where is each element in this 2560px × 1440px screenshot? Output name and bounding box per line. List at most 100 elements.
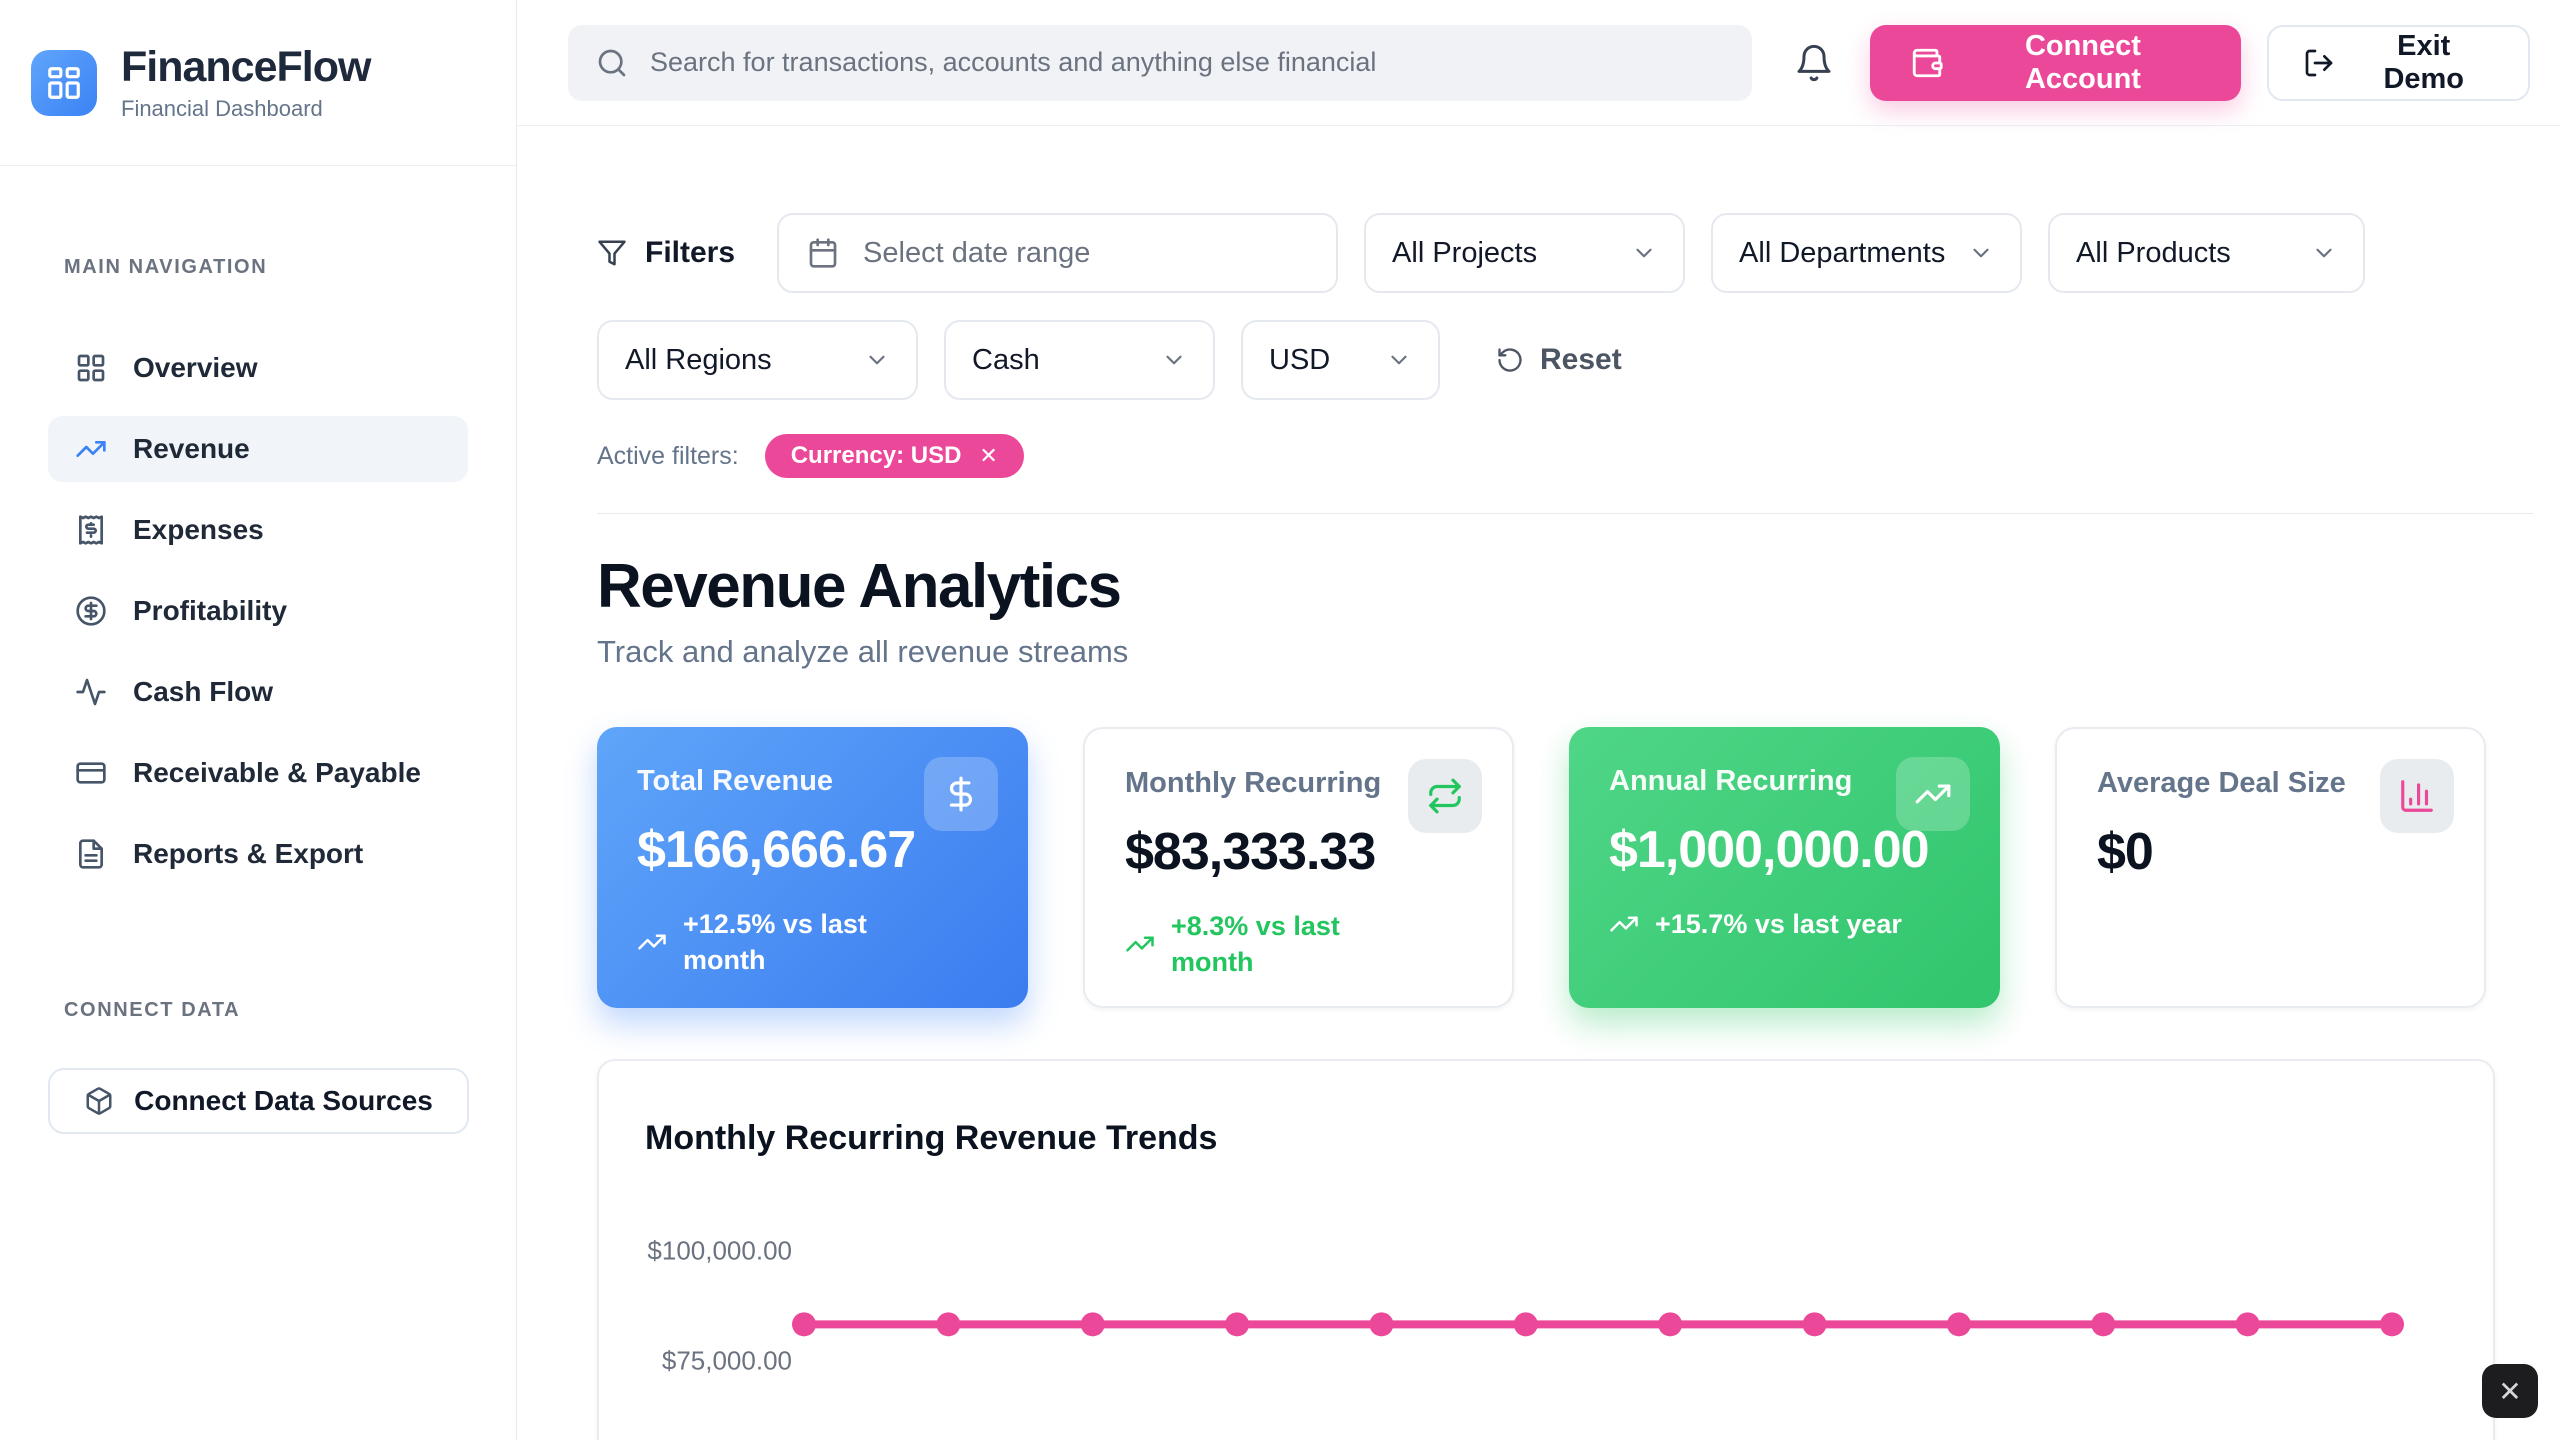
chart-data-point	[2091, 1312, 2115, 1336]
sidebar-item-reports-export[interactable]: Reports & Export	[48, 821, 468, 887]
active-filters-row: Active filters: Currency: USD ✕	[597, 434, 2495, 478]
sidebar-item-receivable-payable[interactable]: Receivable & Payable	[48, 740, 468, 806]
chart-data-point	[1658, 1312, 1682, 1336]
trend-up-icon	[637, 927, 667, 957]
sidebar-item-label: Profitability	[133, 595, 287, 627]
page-title: Revenue Analytics	[597, 551, 2495, 622]
reset-filters-button[interactable]: Reset	[1496, 343, 1622, 377]
chart-data-point	[936, 1312, 960, 1336]
chart-data-point	[1947, 1312, 1971, 1336]
file-text-icon	[75, 838, 107, 870]
filters-title-label: Filters	[645, 236, 735, 270]
filter-dropdown-products[interactable]: All Products	[2048, 213, 2365, 293]
chevron-down-icon	[1161, 347, 1187, 373]
trend-up-icon	[1609, 909, 1639, 939]
filter-dropdown-basis[interactable]: Cash	[944, 320, 1215, 400]
stat-change-text: +12.5% vs last month	[683, 906, 908, 979]
stat-change: +15.7% vs last year	[1609, 906, 1960, 942]
page-content: Filters All Projects	[517, 126, 2560, 1440]
search-input[interactable]	[650, 47, 1724, 78]
brand-header: FinanceFlow Financial Dashboard	[0, 0, 516, 166]
app-logo-icon	[31, 50, 97, 116]
filter-dropdown-regions[interactable]: All Regions	[597, 320, 918, 400]
sidebar-item-cash-flow[interactable]: Cash Flow	[48, 659, 468, 725]
app-tagline: Financial Dashboard	[121, 96, 370, 122]
stat-change: +12.5% vs last month	[637, 906, 988, 979]
nav-section-title: MAIN NAVIGATION	[64, 256, 452, 279]
exit-demo-label: Exit Demo	[2353, 30, 2494, 96]
sidebar-item-label: Reports & Export	[133, 838, 363, 870]
filters-row-1: Filters All Projects	[597, 213, 2495, 293]
notifications-button[interactable]	[1786, 35, 1842, 91]
chart-data-point	[2236, 1312, 2260, 1336]
dropdown-value: All Projects	[1392, 237, 1537, 270]
repeat-icon	[1408, 759, 1482, 833]
chart-data-point	[1081, 1312, 1105, 1336]
chart-data-point	[1803, 1312, 1827, 1336]
dropdown-value: All Products	[2076, 237, 2231, 270]
stat-change-text: +15.7% vs last year	[1655, 906, 1902, 942]
bell-icon	[1794, 43, 1834, 83]
global-search	[568, 25, 1752, 101]
filter-dropdown-departments[interactable]: All Departments	[1711, 213, 2022, 293]
dropdown-value: Cash	[972, 344, 1040, 377]
stat-card-monthly-recurring: Monthly Recurring $83,333.33 +8.3% vs la…	[1083, 727, 1514, 1008]
activity-icon	[75, 676, 107, 708]
chart-data-point	[792, 1312, 816, 1336]
dropdown-value: USD	[1269, 344, 1330, 377]
app-title: FinanceFlow	[121, 43, 370, 92]
sidebar-item-label: Overview	[133, 352, 258, 384]
main-navigation: Overview Revenue Expenses	[48, 335, 468, 887]
exit-demo-button[interactable]: Exit Demo	[2267, 25, 2530, 101]
wallet-icon	[1910, 46, 1944, 80]
brand-text: FinanceFlow Financial Dashboard	[121, 43, 370, 122]
dropdown-value: All Departments	[1739, 237, 1945, 270]
filter-dropdown-currency[interactable]: USD	[1241, 320, 1440, 400]
funnel-icon	[597, 238, 627, 268]
connect-data-sources-label: Connect Data Sources	[134, 1085, 433, 1117]
chevron-down-icon	[1631, 240, 1657, 266]
filters-title: Filters	[597, 236, 735, 270]
filters-row-2: All Regions Cash USD	[597, 320, 2495, 400]
sidebar-item-label: Expenses	[133, 514, 264, 546]
date-range-input[interactable]	[777, 213, 1338, 293]
package-cube-icon	[84, 1086, 114, 1116]
top-bar: Connect Account Exit Demo	[517, 0, 2560, 126]
sidebar-item-overview[interactable]: Overview	[48, 335, 468, 401]
sidebar: FinanceFlow Financial Dashboard MAIN NAV…	[0, 0, 517, 1440]
chip-dismiss-x-icon[interactable]: ✕	[979, 443, 997, 469]
chart-data-point	[1369, 1312, 1393, 1336]
chevron-down-icon	[1968, 240, 1994, 266]
receipt-icon	[75, 514, 107, 546]
mrr-trend-chart: Monthly Recurring Revenue Trends $100,00…	[597, 1059, 2495, 1440]
page-subtitle: Track and analyze all revenue streams	[597, 634, 2495, 670]
connect-data-sources-button[interactable]: Connect Data Sources	[48, 1068, 469, 1134]
chevron-down-icon	[2311, 240, 2337, 266]
dollar-sign-icon	[924, 757, 998, 831]
sidebar-item-expenses[interactable]: Expenses	[48, 497, 468, 563]
bar-chart-icon	[2380, 759, 2454, 833]
trend-up-icon	[1125, 929, 1155, 959]
sidebar-item-revenue[interactable]: Revenue	[48, 416, 468, 482]
chevron-down-icon	[1386, 347, 1412, 373]
sidebar-item-label: Cash Flow	[133, 676, 273, 708]
section-divider	[597, 513, 2533, 514]
connect-account-button[interactable]: Connect Account	[1870, 25, 2241, 101]
chart-plot-area	[599, 1061, 2493, 1440]
rotate-ccw-icon	[1496, 346, 1524, 374]
dropdown-value: All Regions	[625, 344, 772, 377]
trending-up-icon	[1896, 757, 1970, 831]
date-range-field[interactable]	[863, 237, 1308, 270]
sidebar-item-profitability[interactable]: Profitability	[48, 578, 468, 644]
filter-dropdown-projects[interactable]: All Projects	[1364, 213, 1685, 293]
connect-section-title: CONNECT DATA	[64, 999, 452, 1022]
connect-account-label: Connect Account	[1964, 30, 2201, 96]
chart-data-point	[2380, 1312, 2404, 1336]
calendar-icon	[807, 237, 839, 269]
stat-change-text: +8.3% vs last month	[1171, 908, 1396, 981]
stat-card-average-deal-size: Average Deal Size $0	[2055, 727, 2486, 1008]
close-overlay-button[interactable]: ✕	[2482, 1364, 2538, 1418]
active-filter-chip-currency[interactable]: Currency: USD ✕	[765, 434, 1024, 478]
reset-label: Reset	[1540, 343, 1622, 377]
credit-card-icon	[75, 757, 107, 789]
